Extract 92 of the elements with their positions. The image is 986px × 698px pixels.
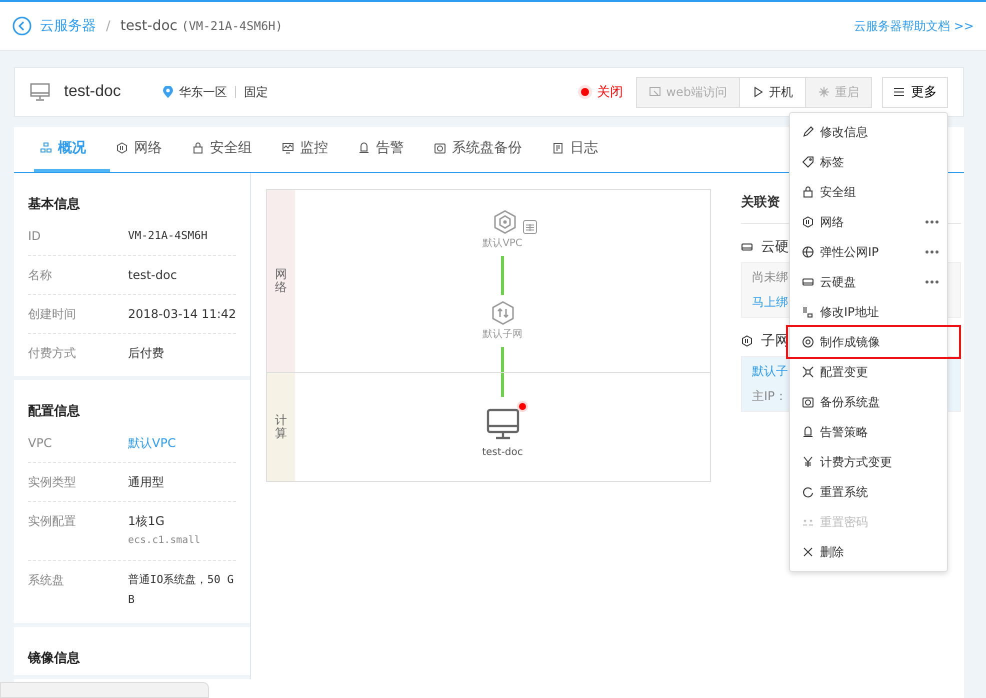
reset-icon xyxy=(802,486,814,498)
backup-icon xyxy=(434,142,446,154)
globe-icon xyxy=(802,246,814,258)
menu-item[interactable]: 重置系统 xyxy=(790,477,947,507)
menu-item[interactable]: 计费方式变更 xyxy=(790,447,947,477)
more-button[interactable]: 更多 xyxy=(882,76,948,108)
tab[interactable]: 告警 xyxy=(352,127,428,172)
menu-item[interactable]: 修改信息 xyxy=(790,117,947,147)
more-dots-icon[interactable] xyxy=(925,250,939,254)
tag-icon xyxy=(802,156,814,168)
lane-label: 网络 xyxy=(267,190,295,372)
network-icon xyxy=(116,142,128,154)
server-icon xyxy=(486,407,520,441)
monitor-icon xyxy=(282,142,294,154)
status-dot xyxy=(581,88,590,96)
field-value: 2018-03-14 11:42 xyxy=(128,306,236,323)
resize-icon xyxy=(802,366,814,378)
window-icon xyxy=(649,86,662,98)
ip-icon xyxy=(802,306,814,318)
yen-icon xyxy=(802,456,814,468)
section-title: 镜像信息 xyxy=(28,650,81,668)
network-type: 固定 xyxy=(244,84,268,100)
menu-item[interactable]: 修改IP地址 xyxy=(790,297,947,327)
field-label: 创建时间 xyxy=(28,306,77,323)
monitor-icon xyxy=(30,83,50,101)
field-label: 实例类型 xyxy=(28,474,77,491)
field-label: 实例配置 xyxy=(28,513,77,530)
security-icon xyxy=(192,142,204,154)
tab[interactable]: 安全组 xyxy=(186,127,276,172)
menu-item[interactable]: 制作成镜像 xyxy=(788,327,959,357)
section-title: 基本信息 xyxy=(28,196,81,214)
tab[interactable]: 网络 xyxy=(110,127,186,172)
log-icon xyxy=(552,142,564,154)
field-label: ID xyxy=(28,228,42,245)
page-title: test-doc xyxy=(120,18,178,34)
play-icon xyxy=(752,86,764,98)
location-pin-icon xyxy=(162,86,173,98)
action-button[interactable]: 开机 xyxy=(739,76,806,108)
subnet-icon xyxy=(490,301,514,326)
instance-name: test-doc xyxy=(64,83,121,101)
menu-item[interactable]: 云硬盘 xyxy=(790,267,947,297)
edit-icon xyxy=(802,126,814,138)
asterisk-icon xyxy=(818,86,830,98)
tab[interactable]: 系统盘备份 xyxy=(428,127,546,172)
field-value: VM-21A-4SM6H xyxy=(128,228,208,244)
menu-icon xyxy=(893,86,905,98)
breadcrumb-separator: / xyxy=(106,18,110,34)
table-icon[interactable] xyxy=(522,220,536,234)
menu-item[interactable]: 备份系统盘 xyxy=(790,387,947,417)
backup-icon xyxy=(802,396,814,408)
field-label: 名称 xyxy=(28,267,53,284)
menu-item[interactable]: 标签 xyxy=(790,147,947,177)
ip-label: 主IP： xyxy=(752,388,787,405)
subnet-icon xyxy=(741,335,753,347)
field-label: VPC xyxy=(28,435,53,452)
instance-id: (VM-21A-4SM6H) xyxy=(181,19,283,33)
delete-icon xyxy=(802,546,814,558)
tab[interactable]: 日志 xyxy=(546,127,622,172)
lane-label: 计算 xyxy=(267,373,295,481)
menu-item[interactable]: 告警策略 xyxy=(790,417,947,447)
field-value: 普通IO系统盘，50 GB xyxy=(128,572,235,608)
tab[interactable]: 监控 xyxy=(276,127,352,172)
field-label: 付费方式 xyxy=(28,345,77,362)
field-value: 通用型 xyxy=(128,474,164,491)
image-icon xyxy=(802,336,814,348)
status-label: 关闭 xyxy=(597,84,624,101)
more-dots-icon[interactable] xyxy=(925,220,939,224)
node-label: 默认VPC xyxy=(482,237,522,250)
field-value: test-doc xyxy=(128,267,177,284)
vpc-icon xyxy=(492,210,516,234)
network-icon xyxy=(802,216,814,228)
field-value: 1核1G xyxy=(128,513,165,530)
field-label: 系统盘 xyxy=(28,572,65,589)
region-label: 华东一区 xyxy=(178,84,227,100)
instance-spec: ecs.c1.small xyxy=(128,534,200,548)
field-value: 后付费 xyxy=(128,345,164,362)
menu-item[interactable]: 弹性公网IP xyxy=(790,237,947,267)
security-icon xyxy=(802,186,814,198)
status-dot xyxy=(518,403,526,410)
alarm-icon xyxy=(802,426,814,438)
section-title: 配置信息 xyxy=(28,403,81,421)
node-label: 默认子网 xyxy=(482,328,522,342)
empty-message: 尚未绑 xyxy=(752,269,788,286)
more-dots-icon[interactable] xyxy=(925,280,939,284)
menu-item[interactable]: 删除 xyxy=(790,537,947,567)
connector-line xyxy=(501,256,504,296)
node-label: test-doc xyxy=(482,447,523,458)
alarm-icon xyxy=(358,142,370,154)
resource-title: 云硬 xyxy=(761,238,789,256)
menu-item[interactable]: 配置变更 xyxy=(790,357,947,387)
overview-icon xyxy=(40,142,52,154)
back-icon[interactable] xyxy=(12,16,32,36)
